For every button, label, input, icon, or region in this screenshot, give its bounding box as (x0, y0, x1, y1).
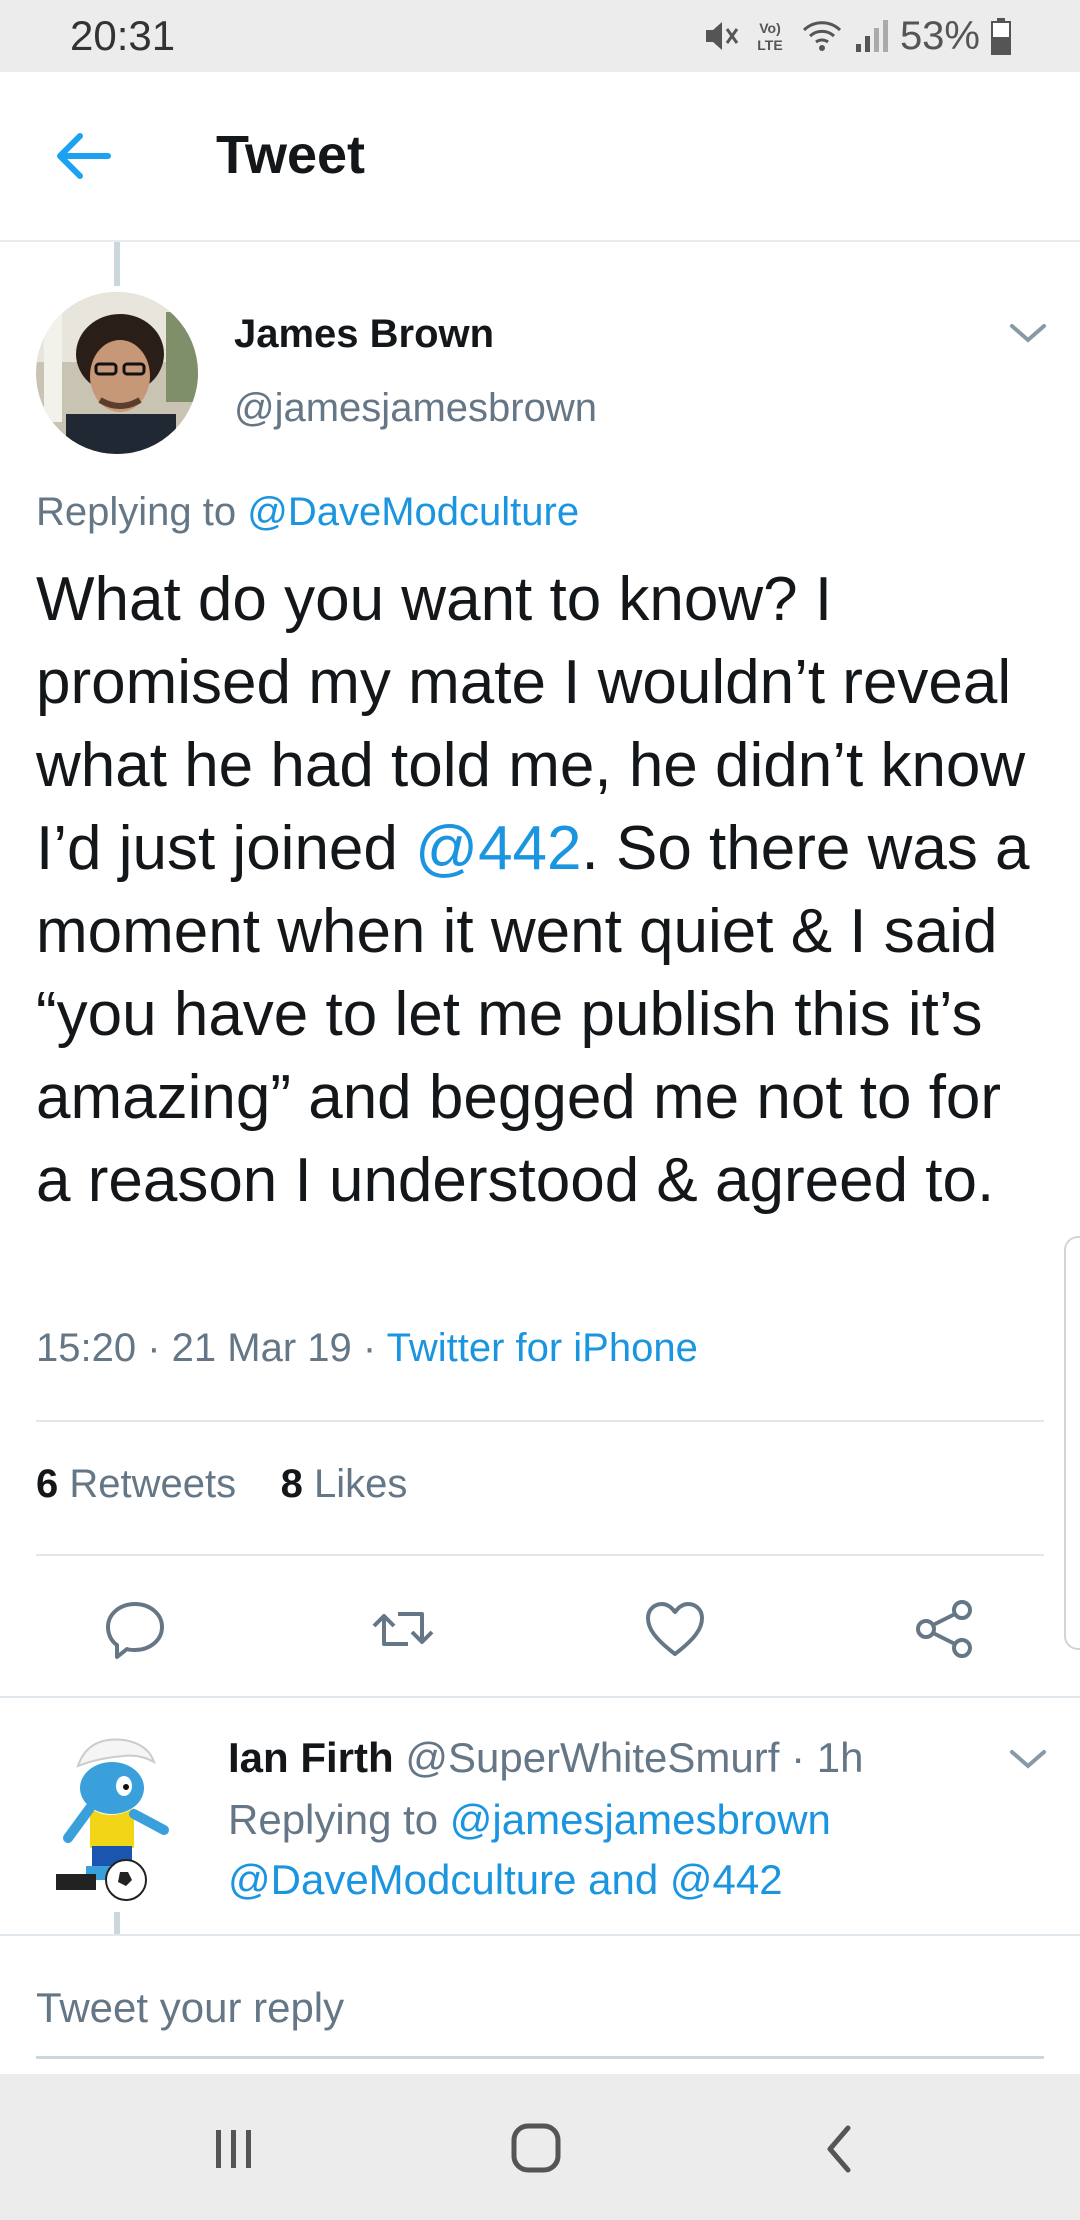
home-icon (511, 2123, 561, 2173)
battery-percent: 53% (899, 13, 980, 58)
author-handle[interactable]: @jamesjamesbrown (234, 386, 597, 431)
mention-link[interactable]: @442 (670, 1856, 783, 1903)
tweet-text: What do you want to know? I promised my … (36, 558, 1046, 1222)
signal-icon (855, 20, 888, 52)
section-divider (0, 1934, 1080, 1936)
retweets-label: Retweets (69, 1462, 237, 1506)
chevron-left-icon (827, 2125, 851, 2173)
reply-author-name[interactable]: Ian Firth (228, 1734, 394, 1781)
likes-label: Likes (313, 1462, 408, 1506)
avatar[interactable] (36, 292, 198, 454)
mention-link[interactable]: @442 (415, 814, 581, 883)
system-nav-bar (0, 2074, 1080, 2220)
divider (36, 1554, 1044, 1556)
back-button[interactable] (50, 124, 120, 188)
recents-button[interactable] (194, 2114, 274, 2184)
section-divider (0, 1696, 1080, 1698)
tweet-date: 21 Mar 19 (171, 1326, 352, 1370)
reply-author-handle[interactable]: @SuperWhiteSmurf (405, 1734, 779, 1781)
mention-link[interactable]: @DaveModculture (247, 490, 579, 534)
likes-stat[interactable]: 8 Likes (281, 1462, 408, 1506)
like-button[interactable] (640, 1594, 710, 1664)
status-icons: Vo) LTE 53% (700, 10, 1012, 62)
retweets-stat[interactable]: 6 Retweets (36, 1462, 236, 1506)
reply-replying-to-more: @DaveModculture and @442 (228, 1856, 783, 1904)
page-title: Tweet (216, 125, 366, 185)
replying-joiner: and (588, 1856, 659, 1903)
wifi-icon (802, 21, 841, 51)
home-button[interactable] (496, 2114, 576, 2184)
volte-icon: Vo) LTE (757, 20, 782, 53)
retweets-count: 6 (36, 1462, 59, 1506)
mention-link[interactable]: @jamesjamesbrown (450, 1796, 831, 1843)
avatar-photo (36, 292, 198, 454)
replying-to: Replying to @DaveModculture (36, 490, 579, 535)
back-nav-button[interactable] (800, 2114, 880, 2184)
divider (36, 1420, 1044, 1422)
chevron-down-icon (1010, 324, 1046, 343)
replying-prefix: Replying to (228, 1796, 439, 1843)
reply-avatar[interactable] (50, 1730, 190, 1905)
tweet-meta: 15:20 · 21 Mar 19 · Twitter for iPhone (36, 1326, 698, 1370)
tweet-stats: 6 Retweets 8 Likes (36, 1462, 407, 1507)
recents-icon (216, 2130, 251, 2168)
app-header: Tweet (0, 72, 1080, 242)
replying-prefix: Replying to (36, 490, 237, 534)
retweet-icon (372, 1612, 434, 1646)
share-icon (916, 1600, 972, 1658)
reply-age: 1h (816, 1734, 864, 1781)
share-button[interactable] (910, 1594, 980, 1664)
reply-input[interactable] (36, 1960, 1044, 2059)
svg-text:Vo): Vo) (759, 20, 781, 36)
reply-button[interactable] (100, 1594, 170, 1664)
reply-icon (106, 1602, 164, 1659)
thread-line (114, 1912, 120, 1934)
likes-count: 8 (280, 1462, 303, 1506)
heart-icon (646, 1602, 704, 1656)
reply-replying-to: Replying to @jamesjamesbrown (228, 1796, 831, 1844)
battery-icon (991, 18, 1011, 55)
status-bar: 20:31 Vo) LTE 53% (0, 0, 1080, 72)
smurf-avatar-image (56, 1738, 169, 1901)
mention-link[interactable]: @DaveModculture (228, 1856, 576, 1903)
tweet-menu-button[interactable] (1006, 318, 1050, 353)
chevron-down-icon (1010, 1750, 1046, 1769)
retweet-button[interactable] (368, 1594, 438, 1664)
thread-line (114, 242, 120, 286)
scroll-indicator[interactable] (1064, 1236, 1080, 1650)
reply-menu-button[interactable] (1006, 1744, 1050, 1779)
status-time: 20:31 (70, 12, 176, 59)
svg-text:LTE: LTE (757, 37, 782, 53)
tweet-source-link[interactable]: Twitter for iPhone (387, 1326, 698, 1370)
author-name[interactable]: James Brown (234, 312, 494, 357)
arrow-left-icon (57, 133, 111, 179)
reply-header: Ian Firth @SuperWhiteSmurf · 1h (228, 1734, 864, 1781)
tweet-time: 15:20 (36, 1326, 137, 1370)
mute-icon (705, 22, 739, 50)
